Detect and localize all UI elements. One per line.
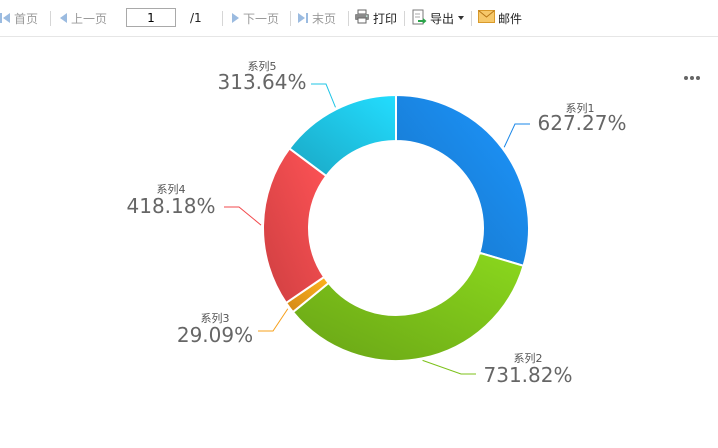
first-page-label: 首页 bbox=[14, 11, 39, 26]
prev-page-button[interactable]: 上一页 bbox=[60, 9, 107, 27]
next-page-button[interactable]: 下一页 bbox=[232, 9, 279, 27]
last-page-button[interactable]: 末页 bbox=[298, 9, 336, 27]
printer-icon bbox=[354, 9, 370, 27]
mail-label: 邮件 bbox=[498, 11, 523, 26]
leader-line-5 bbox=[311, 83, 336, 108]
leader-line-3 bbox=[258, 308, 289, 332]
leader-line-2 bbox=[422, 359, 476, 375]
donut-slice-2[interactable] bbox=[291, 251, 525, 362]
toolbar-divider bbox=[404, 11, 405, 26]
first-page-icon bbox=[0, 13, 2, 23]
series-value-label: 731.82% bbox=[484, 363, 573, 387]
page-number-input[interactable] bbox=[126, 8, 176, 27]
chevron-down-icon bbox=[458, 16, 465, 20]
chart-slices bbox=[262, 93, 530, 362]
page-total-label: /1 bbox=[190, 11, 202, 25]
first-page-button[interactable]: 首页 bbox=[0, 9, 38, 27]
prev-page-icon bbox=[60, 13, 67, 23]
last-page-icon bbox=[298, 13, 305, 23]
donut-chart: 系列1627.27%系列2731.82%系列329.09%系列4418.18%系… bbox=[127, 59, 627, 387]
report-toolbar: 首页 上一页 /1 下一页 末页 打印 bbox=[0, 0, 718, 37]
last-page-label: 末页 bbox=[312, 11, 337, 26]
leader-line-1 bbox=[503, 123, 530, 148]
prev-page-label: 上一页 bbox=[71, 11, 108, 26]
export-icon bbox=[411, 9, 427, 28]
more-options-icon[interactable] bbox=[684, 76, 700, 80]
print-label: 打印 bbox=[373, 11, 398, 26]
toolbar-divider bbox=[222, 11, 223, 26]
toolbar-divider bbox=[290, 11, 291, 26]
print-button[interactable]: 打印 bbox=[354, 9, 397, 27]
toolbar-divider bbox=[50, 11, 51, 26]
toolbar-divider bbox=[348, 11, 349, 26]
next-page-icon bbox=[232, 13, 239, 23]
toolbar-divider bbox=[471, 11, 472, 26]
next-page-label: 下一页 bbox=[243, 11, 280, 26]
series-value-label: 313.64% bbox=[218, 70, 307, 94]
series-value-label: 418.18% bbox=[127, 194, 216, 218]
envelope-icon bbox=[478, 10, 495, 26]
donut-slice-1[interactable] bbox=[395, 93, 530, 268]
leader-line-4 bbox=[224, 206, 262, 226]
series-value-label: 627.27% bbox=[538, 111, 627, 135]
export-label: 导出 bbox=[430, 11, 455, 26]
series-value-label: 29.09% bbox=[177, 323, 253, 347]
donut-slice-4[interactable] bbox=[262, 147, 328, 305]
mail-button[interactable]: 邮件 bbox=[478, 9, 522, 27]
export-button[interactable]: 导出 bbox=[411, 9, 465, 28]
